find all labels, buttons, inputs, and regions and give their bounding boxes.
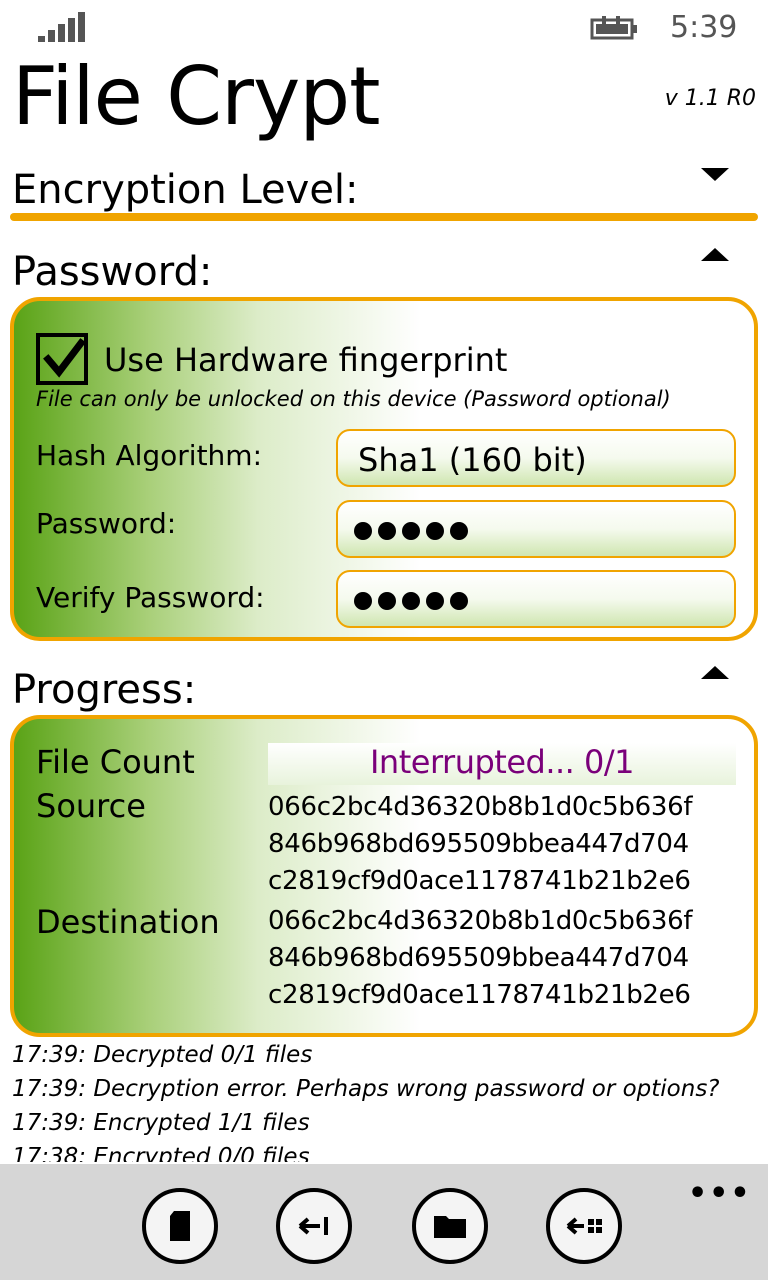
folder-button[interactable] <box>412 1188 488 1264</box>
chevron-up-icon[interactable] <box>701 248 729 261</box>
verify-password-mask <box>354 592 468 610</box>
log-entry: 17:39: Decryption error. Perhaps wrong p… <box>12 1076 720 1102</box>
hardware-fingerprint-hint: File can only be unlocked on this device… <box>36 387 671 411</box>
hash-algorithm-label: Hash Algorithm: <box>36 439 263 472</box>
progress-panel: File Count Interrupted... 0/1 Source 066… <box>10 715 758 1037</box>
log-entry: 17:39: Encrypted 1/1 files <box>12 1110 310 1136</box>
log-list[interactable]: 17:39: Decrypted 0/1 files 17:39: Decryp… <box>12 1038 762 1162</box>
app-version: v 1.1 R0 <box>664 86 756 111</box>
back-grid-icon <box>566 1217 602 1235</box>
source-label: Source <box>36 787 146 825</box>
battery-charging-icon <box>588 16 640 40</box>
source-hash-line: 066c2bc4d36320b8b1d0c5b636f <box>268 792 693 822</box>
log-entry: 17:38: Encrypted 0/0 files <box>12 1144 310 1162</box>
app-bar: ••• <box>0 1164 768 1280</box>
source-hash-line: 846b968bd695509bbea447d704 <box>268 829 689 859</box>
hash-algorithm-select[interactable]: Sha1 (160 bit) <box>336 429 736 487</box>
progress-header[interactable]: Progress: <box>12 666 196 714</box>
destination-hash-line: 066c2bc4d36320b8b1d0c5b636f <box>268 906 693 936</box>
more-options-icon[interactable]: ••• <box>688 1176 752 1211</box>
status-clock: 5:39 <box>670 10 738 45</box>
back-button[interactable] <box>276 1188 352 1264</box>
encryption-level-divider <box>10 213 758 221</box>
destination-label: Destination <box>36 903 220 941</box>
log-entry: 17:39: Decrypted 0/1 files <box>12 1042 313 1068</box>
hardware-fingerprint-label[interactable]: Use Hardware fingerprint <box>104 341 507 379</box>
encryption-level-header[interactable]: Encryption Level: <box>12 166 359 214</box>
progress-status: Interrupted... 0/1 <box>268 743 736 785</box>
sd-card-icon <box>170 1211 190 1241</box>
destination-hash-line: c2819cf9d0ace1178741b21b2e6 <box>268 980 691 1010</box>
app-title: File Crypt <box>12 50 381 143</box>
sd-card-button[interactable] <box>142 1188 218 1264</box>
hardware-fingerprint-checkbox[interactable] <box>36 333 88 385</box>
destination-hash-line: 846b968bd695509bbea447d704 <box>268 943 689 973</box>
status-bar: 5:39 <box>0 0 768 52</box>
password-field[interactable] <box>336 500 736 558</box>
password-mask <box>354 522 468 540</box>
hash-algorithm-value: Sha1 (160 bit) <box>358 441 587 479</box>
password-header[interactable]: Password: <box>12 248 212 296</box>
chevron-up-icon[interactable] <box>701 666 729 679</box>
source-hash-line: c2819cf9d0ace1178741b21b2e6 <box>268 866 691 896</box>
file-count-label: File Count <box>36 743 195 781</box>
source-hash: 066c2bc4d36320b8b1d0c5b636f 846b968bd695… <box>268 789 692 900</box>
verify-password-label: Verify Password: <box>36 581 265 614</box>
signal-strength-icon <box>38 12 86 42</box>
folder-icon <box>434 1216 466 1238</box>
back-bar-icon <box>298 1217 328 1235</box>
password-label: Password: <box>36 507 177 540</box>
back-all-button[interactable] <box>546 1188 622 1264</box>
checkmark-icon <box>43 338 86 378</box>
password-panel: Use Hardware fingerprint File can only b… <box>10 297 758 641</box>
destination-hash: 066c2bc4d36320b8b1d0c5b636f 846b968bd695… <box>268 903 692 1014</box>
chevron-down-icon[interactable] <box>701 168 729 181</box>
verify-password-field[interactable] <box>336 570 736 628</box>
